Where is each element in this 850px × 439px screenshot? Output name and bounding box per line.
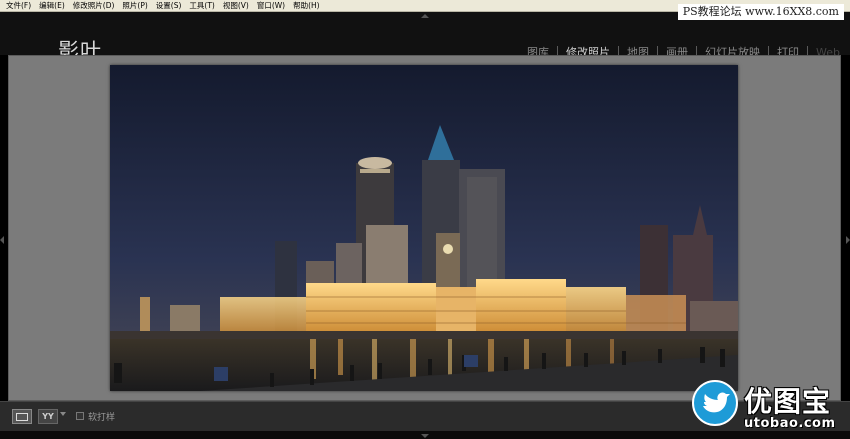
menu-view[interactable]: 视图(V) xyxy=(219,0,253,11)
collapse-bottom-panel-arrow-icon[interactable] xyxy=(421,434,429,438)
bird-icon xyxy=(703,392,730,413)
menu-photo[interactable]: 照片(P) xyxy=(118,0,151,11)
menu-help[interactable]: 帮助(H) xyxy=(289,0,324,11)
bird-logo-icon xyxy=(692,380,738,426)
soft-proof-checkbox[interactable] xyxy=(76,412,84,420)
image-canvas[interactable] xyxy=(8,55,841,401)
menu-file[interactable]: 文件(F) xyxy=(2,0,35,11)
site-logo: 优图宝 utobao.com xyxy=(688,376,850,439)
collapse-top-panel-arrow-icon[interactable] xyxy=(421,14,429,18)
menu-tools[interactable]: 工具(T) xyxy=(185,0,218,11)
loupe-view-icon xyxy=(16,412,28,421)
collapse-right-panel-arrow-icon[interactable] xyxy=(846,236,850,244)
watermark-text: PS教程论坛 www.16XX8.com xyxy=(677,4,844,20)
loupe-view-button[interactable] xyxy=(12,409,32,424)
menu-edit[interactable]: 编辑(E) xyxy=(35,0,69,11)
photo-preview[interactable] xyxy=(110,65,738,391)
before-after-view-button[interactable]: YY xyxy=(38,409,58,424)
before-after-dropdown-icon[interactable] xyxy=(60,412,66,416)
logo-url: utobao.com xyxy=(744,416,836,431)
menu-window[interactable]: 窗口(W) xyxy=(253,0,289,11)
menu-develop[interactable]: 修改照片(D) xyxy=(69,0,119,11)
menu-settings[interactable]: 设置(S) xyxy=(152,0,186,11)
logo-name: 优图宝 xyxy=(744,385,832,418)
night-city-photo xyxy=(110,65,738,391)
soft-proof-label: 软打样 xyxy=(88,413,116,423)
collapse-left-panel-arrow-icon[interactable] xyxy=(0,236,4,244)
